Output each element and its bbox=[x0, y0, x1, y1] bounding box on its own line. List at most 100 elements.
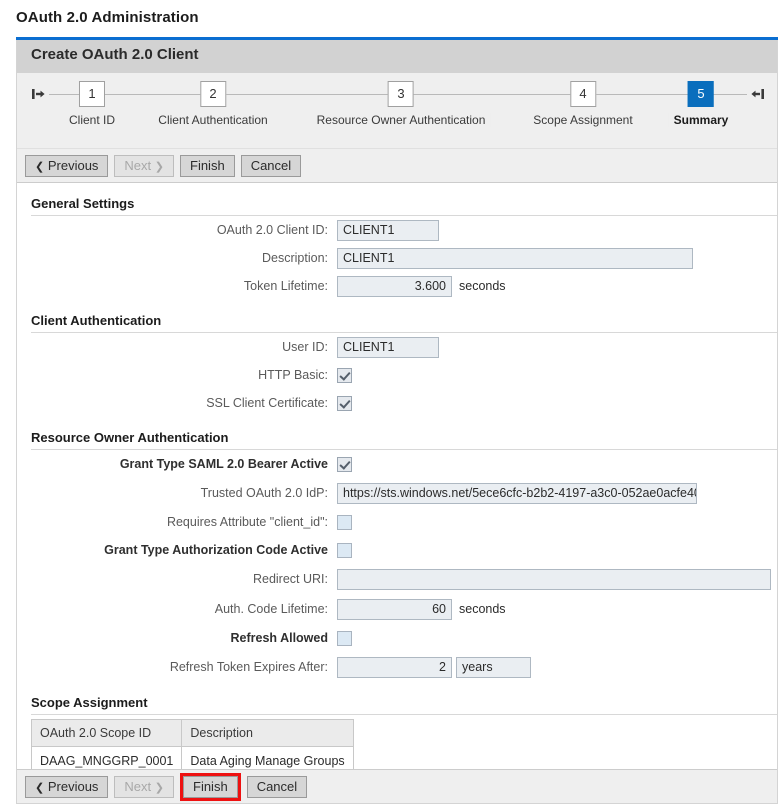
row-trusted-idp: Trusted OAuth 2.0 IdP: https://sts.windo… bbox=[17, 478, 777, 508]
general-settings-title: General Settings bbox=[17, 183, 777, 215]
requires-client-id-checkbox[interactable] bbox=[337, 515, 352, 530]
scope-assignment-rule bbox=[31, 714, 777, 715]
previous-button-top[interactable]: ❮ Previous bbox=[25, 155, 108, 177]
row-redirect-uri: Redirect URI: bbox=[17, 564, 777, 594]
column-header-scope-id[interactable]: OAuth 2.0 Scope ID bbox=[32, 720, 182, 747]
wizard-step-4-label: Scope Assignment bbox=[528, 113, 637, 127]
page-title: OAuth 2.0 Administration bbox=[16, 9, 199, 26]
scope-assignment-title: Scope Assignment bbox=[17, 682, 777, 714]
table-header-row: OAuth 2.0 Scope ID Description bbox=[32, 720, 354, 747]
http-basic-checkbox[interactable] bbox=[337, 368, 352, 383]
next-button-top-label: Next bbox=[124, 158, 151, 173]
wizard-step-2-label: Client Authentication bbox=[153, 113, 272, 127]
column-header-description[interactable]: Description bbox=[182, 720, 353, 747]
refresh-allowed-checkbox[interactable] bbox=[337, 631, 352, 646]
chevron-right-icon-bottom: ❯ bbox=[155, 782, 164, 794]
client-id-field[interactable]: CLIENT1 bbox=[337, 220, 439, 241]
http-basic-label: HTTP Basic: bbox=[31, 368, 337, 382]
previous-button-bottom-label: Previous bbox=[48, 779, 99, 794]
ssl-client-certificate-checkbox[interactable] bbox=[337, 396, 352, 411]
description-field[interactable]: CLIENT1 bbox=[337, 248, 693, 269]
token-lifetime-unit: seconds bbox=[459, 279, 506, 293]
wizard-toolbar-bottom: ❮ Previous Next ❯ Finish Cancel bbox=[17, 769, 777, 803]
redirect-uri-field[interactable] bbox=[337, 569, 771, 590]
auth-code-lifetime-label: Auth. Code Lifetime: bbox=[31, 602, 337, 616]
wizard-step-3-label: Resource Owner Authentication bbox=[312, 113, 491, 127]
refresh-token-expires-field[interactable]: 2 bbox=[337, 657, 452, 678]
token-lifetime-label: Token Lifetime: bbox=[31, 279, 337, 293]
wizard-step-4-number: 4 bbox=[570, 81, 596, 107]
wizard-step-3[interactable]: 3 Resource Owner Authentication bbox=[312, 81, 491, 127]
wizard-step-4[interactable]: 4 Scope Assignment bbox=[528, 81, 637, 127]
wizard-step-5-label: Summary bbox=[669, 113, 734, 127]
trusted-idp-label: Trusted OAuth 2.0 IdP: bbox=[31, 486, 337, 500]
wizard-step-1-label: Client ID bbox=[64, 113, 120, 127]
wizard-step-indicator: 1 Client ID 2 Client Authentication 3 Re… bbox=[17, 73, 777, 149]
wizard-step-1-number: 1 bbox=[79, 81, 105, 107]
saml-bearer-checkbox[interactable] bbox=[337, 457, 352, 472]
chevron-left-icon-bottom: ❮ bbox=[35, 782, 44, 794]
previous-button-top-label: Previous bbox=[48, 158, 99, 173]
row-token-lifetime: Token Lifetime: 3.600 seconds bbox=[17, 272, 777, 300]
app-header: OAuth 2.0 Administration bbox=[0, 0, 778, 37]
section-title: Create OAuth 2.0 Client bbox=[31, 46, 199, 63]
wizard-step-5-number: 5 bbox=[688, 81, 714, 107]
next-button-top[interactable]: Next ❯ bbox=[114, 155, 174, 177]
wizard-step-3-label-text: Resource Owner Authentication bbox=[312, 113, 491, 127]
saml-bearer-label: Grant Type SAML 2.0 Bearer Active bbox=[31, 457, 337, 471]
client-authentication-title: Client Authentication bbox=[17, 300, 777, 332]
row-auth-code-lifetime: Auth. Code Lifetime: 60 seconds bbox=[17, 594, 777, 624]
requires-client-id-label: Requires Attribute "client_id": bbox=[31, 515, 337, 529]
trusted-idp-field[interactable]: https://sts.windows.net/5ece6cfc-b2b2-41… bbox=[337, 483, 697, 504]
finish-button-bottom[interactable]: Finish bbox=[183, 776, 238, 798]
finish-button-top[interactable]: Finish bbox=[180, 155, 235, 177]
user-id-field[interactable]: CLIENT1 bbox=[337, 337, 439, 358]
cancel-button-top[interactable]: Cancel bbox=[241, 155, 301, 177]
refresh-token-expires-unit-field[interactable]: years bbox=[456, 657, 531, 678]
summary-form: General Settings OAuth 2.0 Client ID: CL… bbox=[17, 183, 777, 775]
chevron-left-icon: ❮ bbox=[35, 161, 44, 173]
ssl-client-certificate-label: SSL Client Certificate: bbox=[31, 396, 337, 410]
row-description: Description: CLIENT1 bbox=[17, 244, 777, 272]
user-id-label: User ID: bbox=[31, 340, 337, 354]
content-frame: Create OAuth 2.0 Client bbox=[16, 40, 778, 804]
resource-owner-authentication-title: Resource Owner Authentication bbox=[17, 417, 777, 449]
scope-assignment-table: OAuth 2.0 Scope ID Description DAAG_MNGG… bbox=[31, 719, 354, 775]
auth-code-active-checkbox[interactable] bbox=[337, 543, 352, 558]
redirect-uri-label: Redirect URI: bbox=[31, 572, 337, 586]
row-auth-code-active: Grant Type Authorization Code Active bbox=[17, 536, 777, 564]
row-user-id: User ID: CLIENT1 bbox=[17, 333, 777, 361]
client-id-label: OAuth 2.0 Client ID: bbox=[31, 223, 337, 237]
wizard-step-2[interactable]: 2 Client Authentication bbox=[153, 81, 272, 127]
wizard-steps: 1 Client ID 2 Client Authentication 3 Re… bbox=[17, 73, 777, 149]
description-label: Description: bbox=[31, 251, 337, 265]
row-refresh-allowed: Refresh Allowed bbox=[17, 624, 777, 652]
cancel-button-bottom[interactable]: Cancel bbox=[247, 776, 307, 798]
row-requires-client-id: Requires Attribute "client_id": bbox=[17, 508, 777, 536]
row-ssl-client-certificate: SSL Client Certificate: bbox=[17, 389, 777, 417]
wizard-step-3-number: 3 bbox=[388, 81, 414, 107]
chevron-right-icon: ❯ bbox=[155, 161, 164, 173]
auth-code-lifetime-unit: seconds bbox=[459, 602, 506, 616]
wizard-step-1[interactable]: 1 Client ID bbox=[64, 81, 120, 127]
auth-code-active-label: Grant Type Authorization Code Active bbox=[31, 543, 337, 557]
wizard-step-1-label-text: Client ID bbox=[64, 113, 120, 127]
finish-button-highlight: Finish bbox=[180, 773, 241, 801]
wizard-toolbar-top: ❮ Previous Next ❯ Finish Cancel bbox=[17, 149, 777, 183]
next-button-bottom-label: Next bbox=[124, 779, 151, 794]
row-client-id: OAuth 2.0 Client ID: CLIENT1 bbox=[17, 216, 777, 244]
refresh-token-expires-label: Refresh Token Expires After: bbox=[31, 660, 337, 674]
next-button-bottom[interactable]: Next ❯ bbox=[114, 776, 174, 798]
row-saml-bearer: Grant Type SAML 2.0 Bearer Active bbox=[17, 450, 777, 478]
section-title-bar: Create OAuth 2.0 Client bbox=[17, 40, 777, 73]
wizard-step-4-label-text: Scope Assignment bbox=[528, 113, 637, 127]
wizard-step-5[interactable]: 5 Summary bbox=[669, 81, 734, 127]
auth-code-lifetime-field[interactable]: 60 bbox=[337, 599, 452, 620]
token-lifetime-field[interactable]: 3.600 bbox=[337, 276, 452, 297]
previous-button-bottom[interactable]: ❮ Previous bbox=[25, 776, 108, 798]
wizard-step-2-number: 2 bbox=[200, 81, 226, 107]
row-http-basic: HTTP Basic: bbox=[17, 361, 777, 389]
wizard-step-2-label-text: Client Authentication bbox=[153, 113, 272, 127]
refresh-allowed-label: Refresh Allowed bbox=[31, 631, 337, 645]
row-refresh-token-expires: Refresh Token Expires After: 2 years bbox=[17, 652, 777, 682]
